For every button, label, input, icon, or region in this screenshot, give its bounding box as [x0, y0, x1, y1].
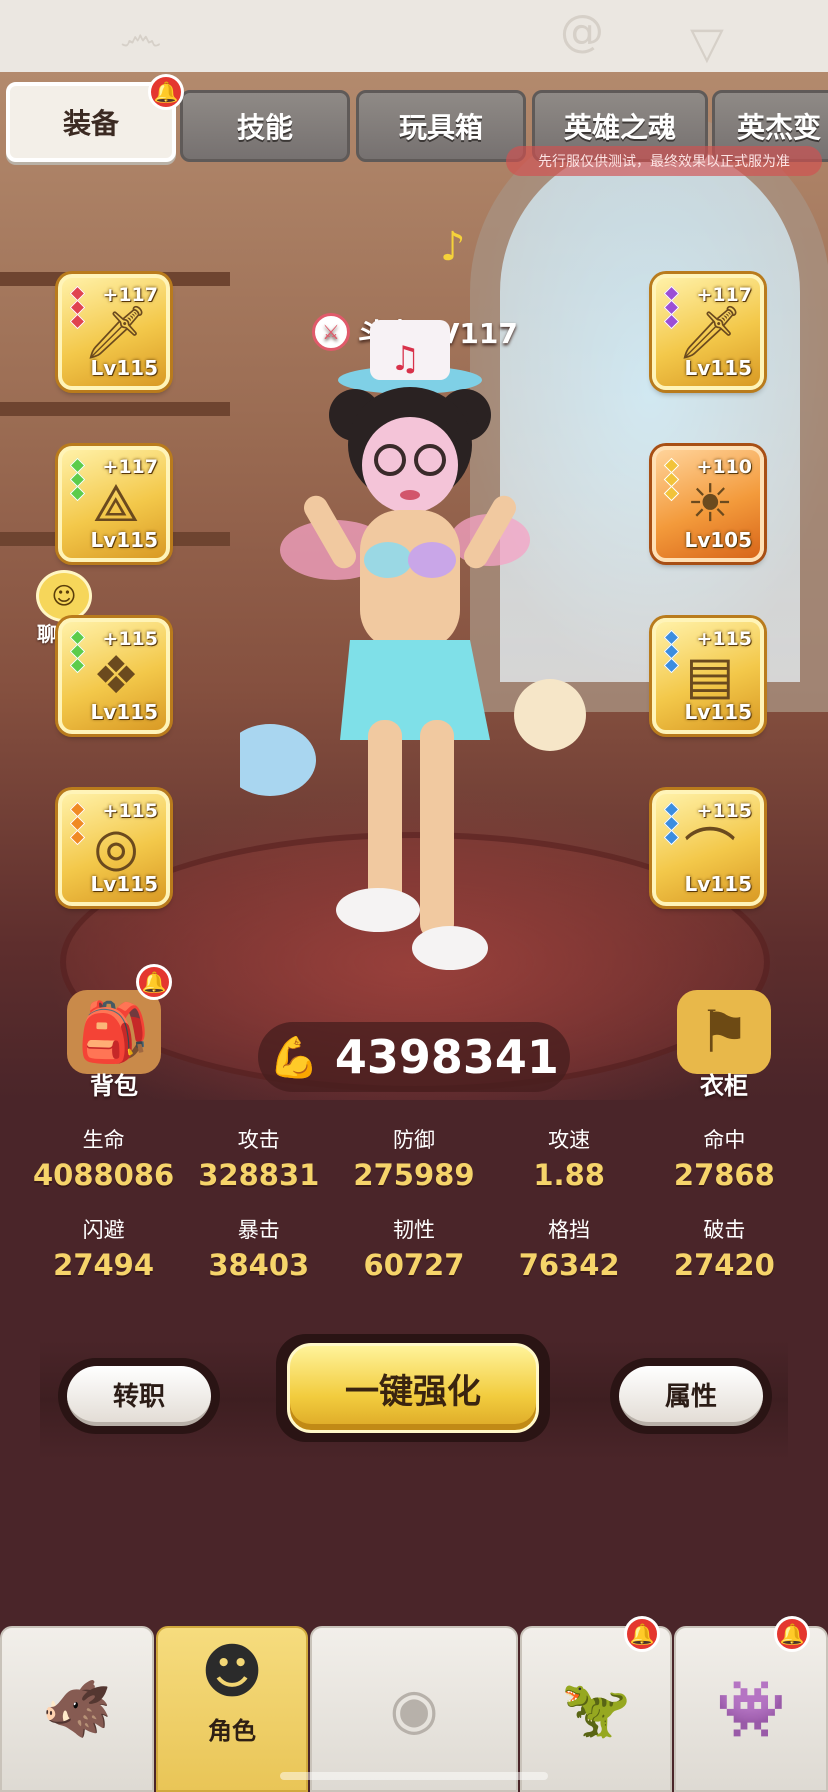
chat-face-icon: ☺ — [36, 570, 92, 622]
nav-beast[interactable]: 🐗 — [0, 1626, 154, 1792]
nav-monster[interactable]: 👾 — [674, 1626, 828, 1792]
enhance-level: +117 — [102, 284, 158, 306]
backpack-button[interactable]: 🎒 背包 — [58, 990, 170, 1101]
stat-attack-speed: 攻速 1.88 — [533, 1128, 605, 1192]
item-level: Lv105 — [684, 528, 752, 552]
stat-toughness: 韧性 60727 — [363, 1218, 465, 1282]
enhance-level: +115 — [102, 628, 158, 650]
monster-icon: 👾 — [716, 1677, 786, 1742]
gem-indicators — [69, 285, 86, 330]
item-level: Lv115 — [90, 872, 158, 896]
wardrobe-icon: ⚑ — [677, 990, 771, 1074]
tab-toybox[interactable]: 玩具箱 — [356, 90, 526, 162]
belt-icon: ❖ — [92, 646, 140, 706]
stats-row: 生命 4088086 攻击 328831 防御 275989 攻速 1.88 命中 278… — [0, 1124, 828, 1192]
enhance-level: +115 — [696, 800, 752, 822]
stat-defense: 防御 275989 — [353, 1128, 475, 1192]
nav-character-label: 角色 — [208, 1716, 256, 1745]
character-icon: ☻ — [200, 1636, 264, 1707]
combat-power: 💪 4398341 — [258, 1022, 570, 1092]
top-strip: ෴ @ ▽ — [0, 0, 828, 78]
stat-block: 格挡 76342 — [518, 1218, 620, 1282]
equipment-slot-necklace[interactable]: ⌒ +115 Lv115 — [652, 790, 764, 906]
equipment-slot-belt[interactable]: ❖ +115 Lv115 — [58, 618, 170, 734]
one-click-enhance-label: 一键强化 — [287, 1343, 539, 1433]
sword-icon: 🗡 — [83, 302, 150, 363]
mask-icon: ☀ — [686, 474, 734, 534]
nav-character[interactable]: ☻ 角色 — [156, 1626, 308, 1792]
home-indicator — [280, 1772, 548, 1780]
transfer-class-button[interactable]: 转职 — [58, 1358, 220, 1434]
item-level: Lv115 — [90, 700, 158, 724]
one-click-enhance-button[interactable]: 一键强化 — [276, 1334, 550, 1442]
equipment-slot-mask[interactable]: ☀ +110 Lv105 — [652, 446, 764, 562]
stat-hit: 命中 27868 — [673, 1128, 775, 1192]
stat-attack: 攻击 328831 — [198, 1128, 320, 1192]
enhance-level: +117 — [102, 456, 158, 478]
svg-text:♫: ♫ — [390, 339, 420, 379]
equipment-slot-boots[interactable]: ▤ +115 Lv115 — [652, 618, 764, 734]
stat-pierce: 破击 27420 — [673, 1218, 775, 1282]
gem-indicators — [69, 629, 86, 674]
item-level: Lv115 — [684, 700, 752, 724]
item-level: Lv115 — [90, 528, 158, 552]
wardrobe-label: 衣柜 — [700, 1072, 748, 1100]
enhance-level: +115 — [696, 628, 752, 650]
notification-bell-icon: 🔔 — [624, 1616, 660, 1652]
item-level: Lv115 — [684, 872, 752, 896]
enhance-level: +117 — [696, 284, 752, 306]
stats-panel: 生命 4088086 攻击 328831 防御 275989 攻速 1.88 命中 278… — [0, 1124, 828, 1304]
gem-indicators — [663, 801, 680, 846]
nav-creature[interactable]: 🦖 — [520, 1626, 672, 1792]
ring-icon: ◎ — [93, 818, 139, 878]
beast-icon: 🐗 — [42, 1677, 112, 1742]
gem-indicators — [663, 629, 680, 674]
equipment-slot-bracer[interactable]: ⟁ +117 Lv115 — [58, 446, 170, 562]
gem-indicators — [663, 457, 680, 502]
equipment-slot-weapon-left[interactable]: 🗡 +117 Lv115 — [58, 274, 170, 390]
decoration-icon: ▽ — [690, 18, 724, 69]
notification-bell-icon: 🔔 — [774, 1616, 810, 1652]
backpack-icon: 🎒 — [67, 990, 161, 1074]
bracer-icon: ⟁ — [92, 473, 140, 534]
svg-text:♪: ♪ — [440, 224, 466, 270]
equipment-slot-weapon-right[interactable]: 🗡 +117 Lv115 — [652, 274, 764, 390]
enhance-level: +110 — [696, 456, 752, 478]
attributes-button[interactable]: 属性 — [610, 1358, 772, 1434]
gem-indicators — [69, 457, 86, 502]
stats-row: 闪避 27494 暴击 38403 韧性 60727 格挡 76342 破击 27420 — [0, 1214, 828, 1282]
combat-power-value: 4398341 — [334, 1030, 559, 1084]
item-level: Lv115 — [90, 356, 158, 380]
test-server-notice: 先行服仅供测试，最终效果以正式服为准 — [506, 146, 822, 176]
background-shelf — [0, 402, 230, 416]
enhance-level: +115 — [102, 800, 158, 822]
item-level: Lv115 — [684, 356, 752, 380]
equipment-slot-ring[interactable]: ◎ +115 Lv115 — [58, 790, 170, 906]
stat-hp: 生命 4088086 — [32, 1128, 175, 1192]
notification-bell-icon: 🔔 — [136, 964, 172, 1000]
necklace-icon: ⌒ — [683, 823, 736, 884]
notification-bell-icon: 🔔 — [148, 74, 184, 110]
boots-icon: ▤ — [685, 646, 735, 706]
gem-indicators — [663, 285, 680, 330]
gem-indicators — [69, 801, 86, 846]
spiral-icon: ◉ — [389, 1676, 439, 1742]
wardrobe-button[interactable]: ⚑ 衣柜 — [668, 990, 780, 1101]
decoration-icon: ෴ — [120, 10, 162, 61]
backpack-label: 背包 — [90, 1072, 138, 1100]
sword-icon: 🗡 — [677, 302, 744, 363]
stat-crit: 暴击 38403 — [208, 1218, 310, 1282]
bottom-nav: 🐗 ☻ 角色 ◉ 🦖 👾 🔔 🔔 — [0, 1616, 828, 1792]
decoration-icon: @ — [560, 6, 604, 57]
power-arm-icon: 💪 — [269, 1034, 319, 1081]
nav-spiral[interactable]: ◉ — [310, 1626, 518, 1792]
attributes-label: 属性 — [619, 1366, 763, 1426]
character-model[interactable]: ♫ ♪ — [240, 220, 600, 980]
transfer-class-label: 转职 — [67, 1366, 211, 1426]
creature-icon: 🦖 — [561, 1677, 631, 1742]
tab-skills[interactable]: 技能 — [180, 90, 350, 162]
stat-dodge: 闪避 27494 — [53, 1218, 155, 1282]
